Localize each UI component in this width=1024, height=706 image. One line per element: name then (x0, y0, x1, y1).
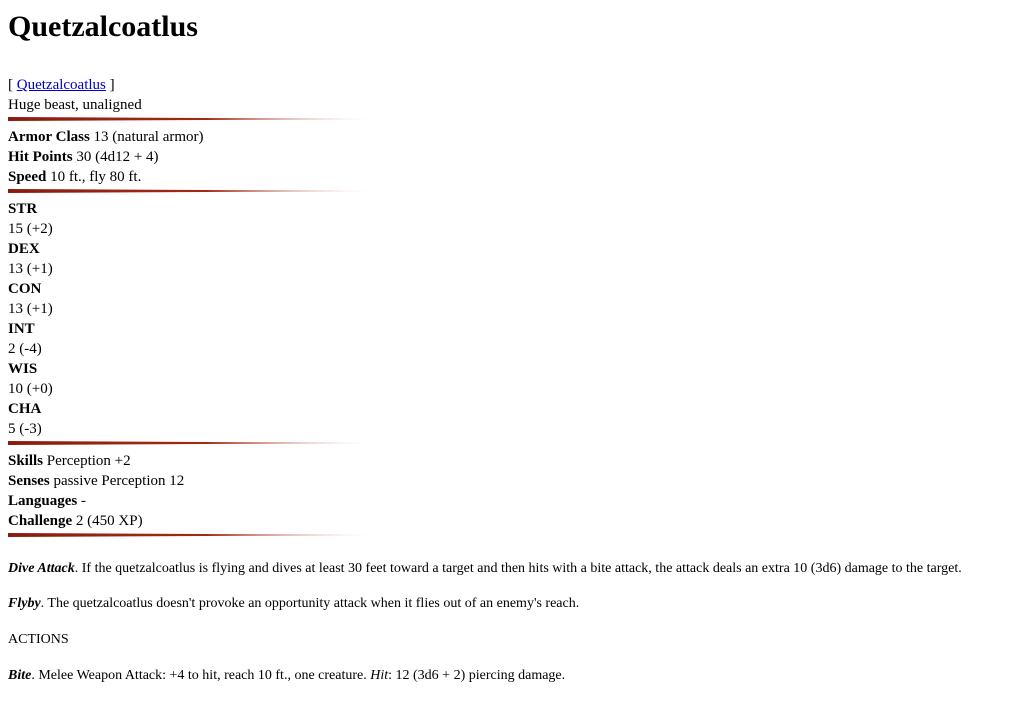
stat-block: Quetzalcoatlus [ Quetzalcoatlus ] Huge b… (0, 9, 1024, 686)
ability-label: WIS (8, 361, 38, 377)
languages-row: Languages - (8, 491, 1016, 511)
languages-label: Languages (8, 493, 78, 509)
trait-name: Dive Attack (8, 561, 75, 576)
defense-section: Armor Class 13 (natural armor) Hit Point… (8, 127, 1016, 187)
challenge-label: Challenge (8, 513, 73, 529)
ability-label: DEX (8, 241, 40, 257)
speed-value: 10 ft., fly 80 ft. (46, 169, 142, 185)
armor-class-label: Armor Class (8, 129, 90, 145)
ability-label: CON (8, 281, 42, 297)
ability-score-cha: 5 (-3) (8, 421, 42, 437)
action-bite: Bite. Melee Weapon Attack: +4 to hit, re… (8, 666, 1016, 686)
ability-name-str: STR (8, 199, 1016, 219)
senses-row: Senses passive Perception 12 (8, 471, 1016, 491)
senses-value: passive Perception 12 (49, 473, 185, 489)
actions-heading: ACTIONS (8, 632, 69, 647)
ability-name-dex: DEX (8, 239, 1016, 259)
divider-rule (8, 189, 368, 193)
skills-label: Skills (8, 453, 44, 469)
ability-score-con: 13 (+1) (8, 301, 53, 317)
armor-class-value: 13 (natural armor) (89, 129, 204, 145)
source-link[interactable]: Quetzalcoatlus (17, 77, 106, 93)
trait-name: Flyby (8, 596, 41, 611)
ability-name-con: CON (8, 279, 1016, 299)
speed-row: Speed 10 ft., fly 80 ft. (8, 167, 1016, 187)
trait-text: . The quetzalcoatlus doesn't provoke an … (40, 596, 580, 611)
ability-name-int: INT (8, 319, 1016, 339)
page-title: Quetzalcoatlus (8, 10, 198, 43)
ability-score-wis: 10 (+0) (8, 381, 53, 397)
ability-score-dex: 13 (+1) (8, 261, 53, 277)
skills-row: Skills Perception +2 (8, 451, 1016, 471)
senses-label: Senses (8, 473, 50, 489)
challenge-value: 2 (450 XP) (72, 513, 143, 529)
details-section: Skills Perception +2 Senses passive Perc… (8, 451, 1016, 531)
action-name: Bite (8, 668, 32, 683)
hit-label: Hit (370, 668, 389, 683)
languages-value: - (77, 493, 86, 509)
skills-value: Perception +2 (43, 453, 131, 469)
source-bracket-close: ] (105, 77, 115, 93)
trait-flyby: Flyby. The quetzalcoatlus doesn't provok… (8, 594, 1016, 614)
ability-name-wis: WIS (8, 359, 1016, 379)
ability-score-str: 15 (+2) (8, 221, 53, 237)
ability-score-int: 2 (-4) (8, 341, 42, 357)
ability-name-cha: CHA (8, 399, 1016, 419)
source-bracket-open: [ (8, 77, 17, 93)
trait-text: . If the quetzalcoatlus is flying and di… (74, 561, 962, 576)
abilities-section: STR 15 (+2) DEX 13 (+1) CON 13 (+1) INT … (8, 199, 1016, 439)
divider-rule (8, 533, 368, 537)
ability-label: INT (8, 321, 35, 337)
creature-type: Huge beast, unaligned (8, 97, 142, 113)
speed-label: Speed (8, 169, 47, 185)
armor-class-row: Armor Class 13 (natural armor) (8, 127, 1016, 147)
ability-label: STR (8, 201, 38, 217)
trait-dive-attack: Dive Attack. If the quetzalcoatlus is fl… (8, 559, 1016, 579)
ability-label: CHA (8, 401, 42, 417)
challenge-row: Challenge 2 (450 XP) (8, 511, 1016, 531)
hit-points-row: Hit Points 30 (4d12 + 4) (8, 147, 1016, 167)
hit-points-label: Hit Points (8, 149, 73, 165)
hit-points-value: 30 (4d12 + 4) (72, 149, 159, 165)
action-damage-text: : 12 (3d6 + 2) piercing damage. (388, 668, 566, 683)
action-text: . Melee Weapon Attack: +4 to hit, reach … (31, 668, 371, 683)
divider-rule (8, 117, 368, 121)
source-line: [ Quetzalcoatlus ] (8, 75, 1016, 95)
divider-rule (8, 441, 368, 445)
